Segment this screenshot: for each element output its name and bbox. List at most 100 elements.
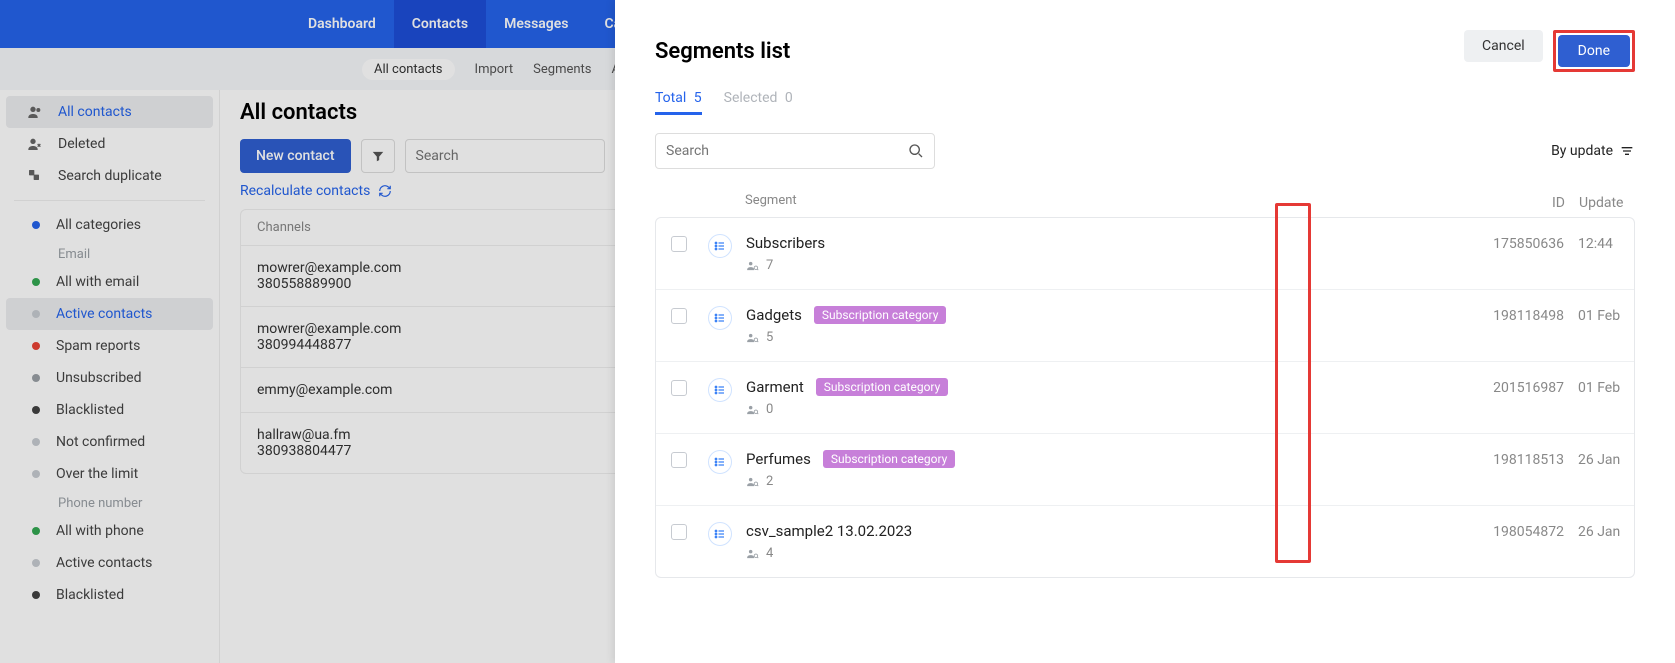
segment-update: 01 Feb [1564, 306, 1634, 324]
subnav-import[interactable]: Import [475, 62, 514, 77]
segment-name: csv_sample2 13.02.2023 [746, 522, 912, 540]
status-dot-icon [32, 438, 40, 446]
status-dot-icon [32, 342, 40, 350]
sidebar-all-contacts[interactable]: All contacts [6, 96, 213, 128]
sidebar-deleted[interactable]: Deleted [0, 128, 219, 160]
sidebar-item[interactable]: Active contacts [0, 547, 219, 579]
user-x-icon [26, 135, 44, 153]
sort-control[interactable]: By update [1551, 143, 1635, 159]
panel-title: Segments list [655, 39, 790, 64]
segment-list: Subscribers 7 175850636 12:44 GadgetsSub… [655, 217, 1635, 578]
segment-update: 26 Jan [1564, 522, 1634, 540]
segment-name: Perfumes [746, 450, 811, 468]
segment-row[interactable]: csv_sample2 13.02.2023 4 198054872 26 Ja… [656, 505, 1634, 577]
tab-total[interactable]: Total 5 [655, 90, 702, 115]
segments-panel: Segments list Cancel Done Total 5 Select… [615, 0, 1675, 663]
segment-row[interactable]: Subscribers 7 175850636 12:44 [656, 218, 1634, 289]
sidebar-item-label: All categories [56, 217, 141, 233]
list-icon [708, 450, 732, 474]
segment-search-input[interactable] [666, 143, 900, 159]
segment-row[interactable]: PerfumesSubscription category 2 19811851… [656, 433, 1634, 505]
cancel-button[interactable]: Cancel [1464, 30, 1543, 62]
sort-icon [1619, 143, 1635, 159]
segment-name: Subscribers [746, 234, 825, 252]
sidebar-item[interactable]: Active contacts [6, 298, 213, 330]
sidebar-item[interactable]: All with email [0, 266, 219, 298]
segment-id: 198054872 [1464, 522, 1564, 540]
segment-checkbox[interactable] [671, 236, 687, 252]
segment-id: 198118498 [1464, 306, 1564, 324]
status-dot-icon [32, 470, 40, 478]
tab-selected[interactable]: Selected 0 [724, 90, 793, 115]
segment-id: 175850636 [1464, 234, 1564, 252]
contacts-search-input[interactable] [405, 139, 605, 173]
sidebar-item-label: Active contacts [56, 306, 152, 322]
subnav-segments[interactable]: Segments [533, 62, 591, 77]
new-contact-button[interactable]: New contact [240, 139, 351, 173]
subnav-all-contacts-pill[interactable]: All contacts [362, 59, 455, 80]
segment-update: 26 Jan [1564, 450, 1634, 468]
sidebar-item-label: Search duplicate [58, 168, 162, 184]
done-highlight-annotation: Done [1553, 30, 1635, 72]
sidebar-item-label: All with phone [56, 523, 144, 539]
nav-contacts[interactable]: Contacts [394, 0, 486, 48]
sidebar-item-label: Active contacts [56, 555, 152, 571]
people-count-icon [746, 547, 760, 561]
segment-count: 7 [766, 258, 773, 273]
sidebar-item[interactable]: Over the limit [0, 458, 219, 490]
nav-messages[interactable]: Messages [486, 0, 586, 48]
sidebar-item-label: All contacts [58, 104, 132, 120]
segment-count: 0 [766, 402, 773, 417]
segment-checkbox[interactable] [671, 380, 687, 396]
sidebar-item[interactable]: Not confirmed [0, 426, 219, 458]
status-dot-icon [32, 559, 40, 567]
segment-update: 01 Feb [1564, 378, 1634, 396]
list-icon [708, 378, 732, 402]
nav-dashboard[interactable]: Dashboard [290, 0, 394, 48]
status-dot-icon [32, 406, 40, 414]
status-dot-icon [32, 278, 40, 286]
subscription-badge: Subscription category [823, 450, 956, 468]
segment-checkbox[interactable] [671, 524, 687, 540]
segment-count: 2 [766, 474, 773, 489]
sidebar-item[interactable]: Blacklisted [0, 579, 219, 611]
list-icon [708, 522, 732, 546]
search-icon [908, 143, 924, 159]
search-duplicate-icon [26, 167, 44, 185]
segment-update: 12:44 [1564, 234, 1634, 252]
sidebar-email-heading: Email [0, 241, 219, 266]
segment-checkbox[interactable] [671, 452, 687, 468]
sidebar-all-categories[interactable]: All categories [0, 209, 219, 241]
segment-row[interactable]: GadgetsSubscription category 5 198118498… [656, 289, 1634, 361]
done-button[interactable]: Done [1558, 35, 1630, 67]
segment-checkbox[interactable] [671, 308, 687, 324]
users-icon [26, 103, 44, 121]
list-icon [708, 234, 732, 258]
people-count-icon [746, 331, 760, 345]
refresh-icon [378, 184, 392, 198]
subscription-badge: Subscription category [816, 378, 949, 396]
segment-id: 201516987 [1464, 378, 1564, 396]
sidebar-item[interactable]: Blacklisted [0, 394, 219, 426]
status-dot-icon [32, 527, 40, 535]
sidebar-search-duplicate[interactable]: Search duplicate [0, 160, 219, 192]
sidebar-item-label: All with email [56, 274, 139, 290]
filter-button[interactable] [361, 139, 395, 173]
sidebar-item[interactable]: Spam reports [0, 330, 219, 362]
sidebar-item-label: Over the limit [56, 466, 138, 482]
sidebar: All contacts Deleted Search duplicate Al… [0, 90, 220, 663]
segment-search[interactable] [655, 133, 935, 169]
list-icon [708, 306, 732, 330]
sidebar-item[interactable]: Unsubscribed [0, 362, 219, 394]
sidebar-item-label: Not confirmed [56, 434, 145, 450]
filter-icon [371, 149, 385, 163]
subscription-badge: Subscription category [814, 306, 947, 324]
sidebar-phone-heading: Phone number [0, 490, 219, 515]
col-segment-id: ID [1465, 193, 1565, 211]
sidebar-item[interactable]: All with phone [0, 515, 219, 547]
segment-count: 5 [766, 330, 773, 345]
people-count-icon [746, 403, 760, 417]
people-count-icon [746, 259, 760, 273]
status-dot-icon [32, 374, 40, 382]
segment-row[interactable]: GarmentSubscription category 0 201516987… [656, 361, 1634, 433]
